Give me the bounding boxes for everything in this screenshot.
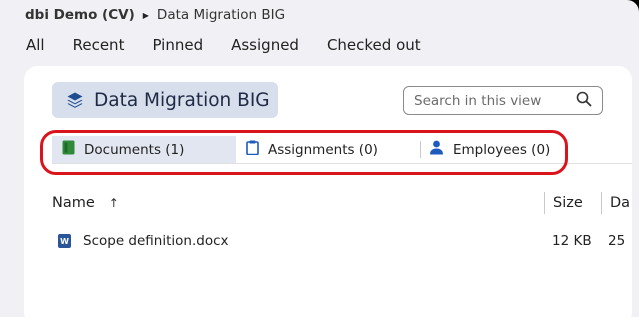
breadcrumb: dbi Demo (CV) ▶ Data Migration BIG xyxy=(25,6,285,24)
table-row[interactable]: W Scope definition.docx 12 KB 25 xyxy=(52,228,632,254)
search-icon[interactable] xyxy=(576,91,592,111)
file-name[interactable]: Scope definition.docx xyxy=(83,233,229,249)
nav-item-pinned[interactable]: Pinned xyxy=(152,36,203,54)
tab-documents-label: Documents (1) xyxy=(84,141,185,158)
row-name-cell: W Scope definition.docx xyxy=(52,233,552,249)
breadcrumb-root[interactable]: dbi Demo (CV) xyxy=(25,7,135,23)
file-size: 12 KB xyxy=(552,233,592,249)
table-header: Name ↑ Size Da xyxy=(52,186,632,220)
search-input[interactable] xyxy=(414,92,564,109)
tab-assignments-label: Assignments (0) xyxy=(268,141,378,158)
tab-employees[interactable]: Employees (0) xyxy=(421,136,560,163)
file-date: 25 xyxy=(608,233,626,249)
caret-right-icon: ▶ xyxy=(142,10,149,20)
column-header-name[interactable]: Name ↑ xyxy=(52,195,544,211)
document-icon xyxy=(62,140,75,159)
clipboard-icon xyxy=(246,140,259,159)
object-tabs: Documents (1) Assignments (0) Employees … xyxy=(52,136,632,164)
person-icon xyxy=(429,140,444,159)
search-box[interactable] xyxy=(403,86,603,115)
content-card: Data Migration BIG Documents (1) xyxy=(24,66,632,317)
column-header-date[interactable]: Da xyxy=(602,195,630,211)
nav-item-all[interactable]: All xyxy=(26,36,45,54)
view-title: Data Migration BIG xyxy=(94,89,270,111)
column-name-label: Name xyxy=(52,195,95,211)
view-title-chip[interactable]: Data Migration BIG xyxy=(52,82,278,118)
tab-employees-label: Employees (0) xyxy=(453,141,551,158)
view-nav: All Recent Pinned Assigned Checked out xyxy=(26,34,449,56)
tab-assignments[interactable]: Assignments (0) xyxy=(236,136,420,163)
layers-stack-icon xyxy=(66,91,84,109)
arrow-up-icon[interactable]: ↑ xyxy=(109,196,119,210)
word-doc-icon: W xyxy=(58,234,71,248)
breadcrumb-current: Data Migration BIG xyxy=(156,7,286,23)
tab-documents[interactable]: Documents (1) xyxy=(52,136,236,163)
column-header-size[interactable]: Size xyxy=(545,195,601,211)
nav-item-assigned[interactable]: Assigned xyxy=(231,36,299,54)
nav-item-recent[interactable]: Recent xyxy=(73,36,125,54)
nav-item-checked-out[interactable]: Checked out xyxy=(327,36,421,54)
